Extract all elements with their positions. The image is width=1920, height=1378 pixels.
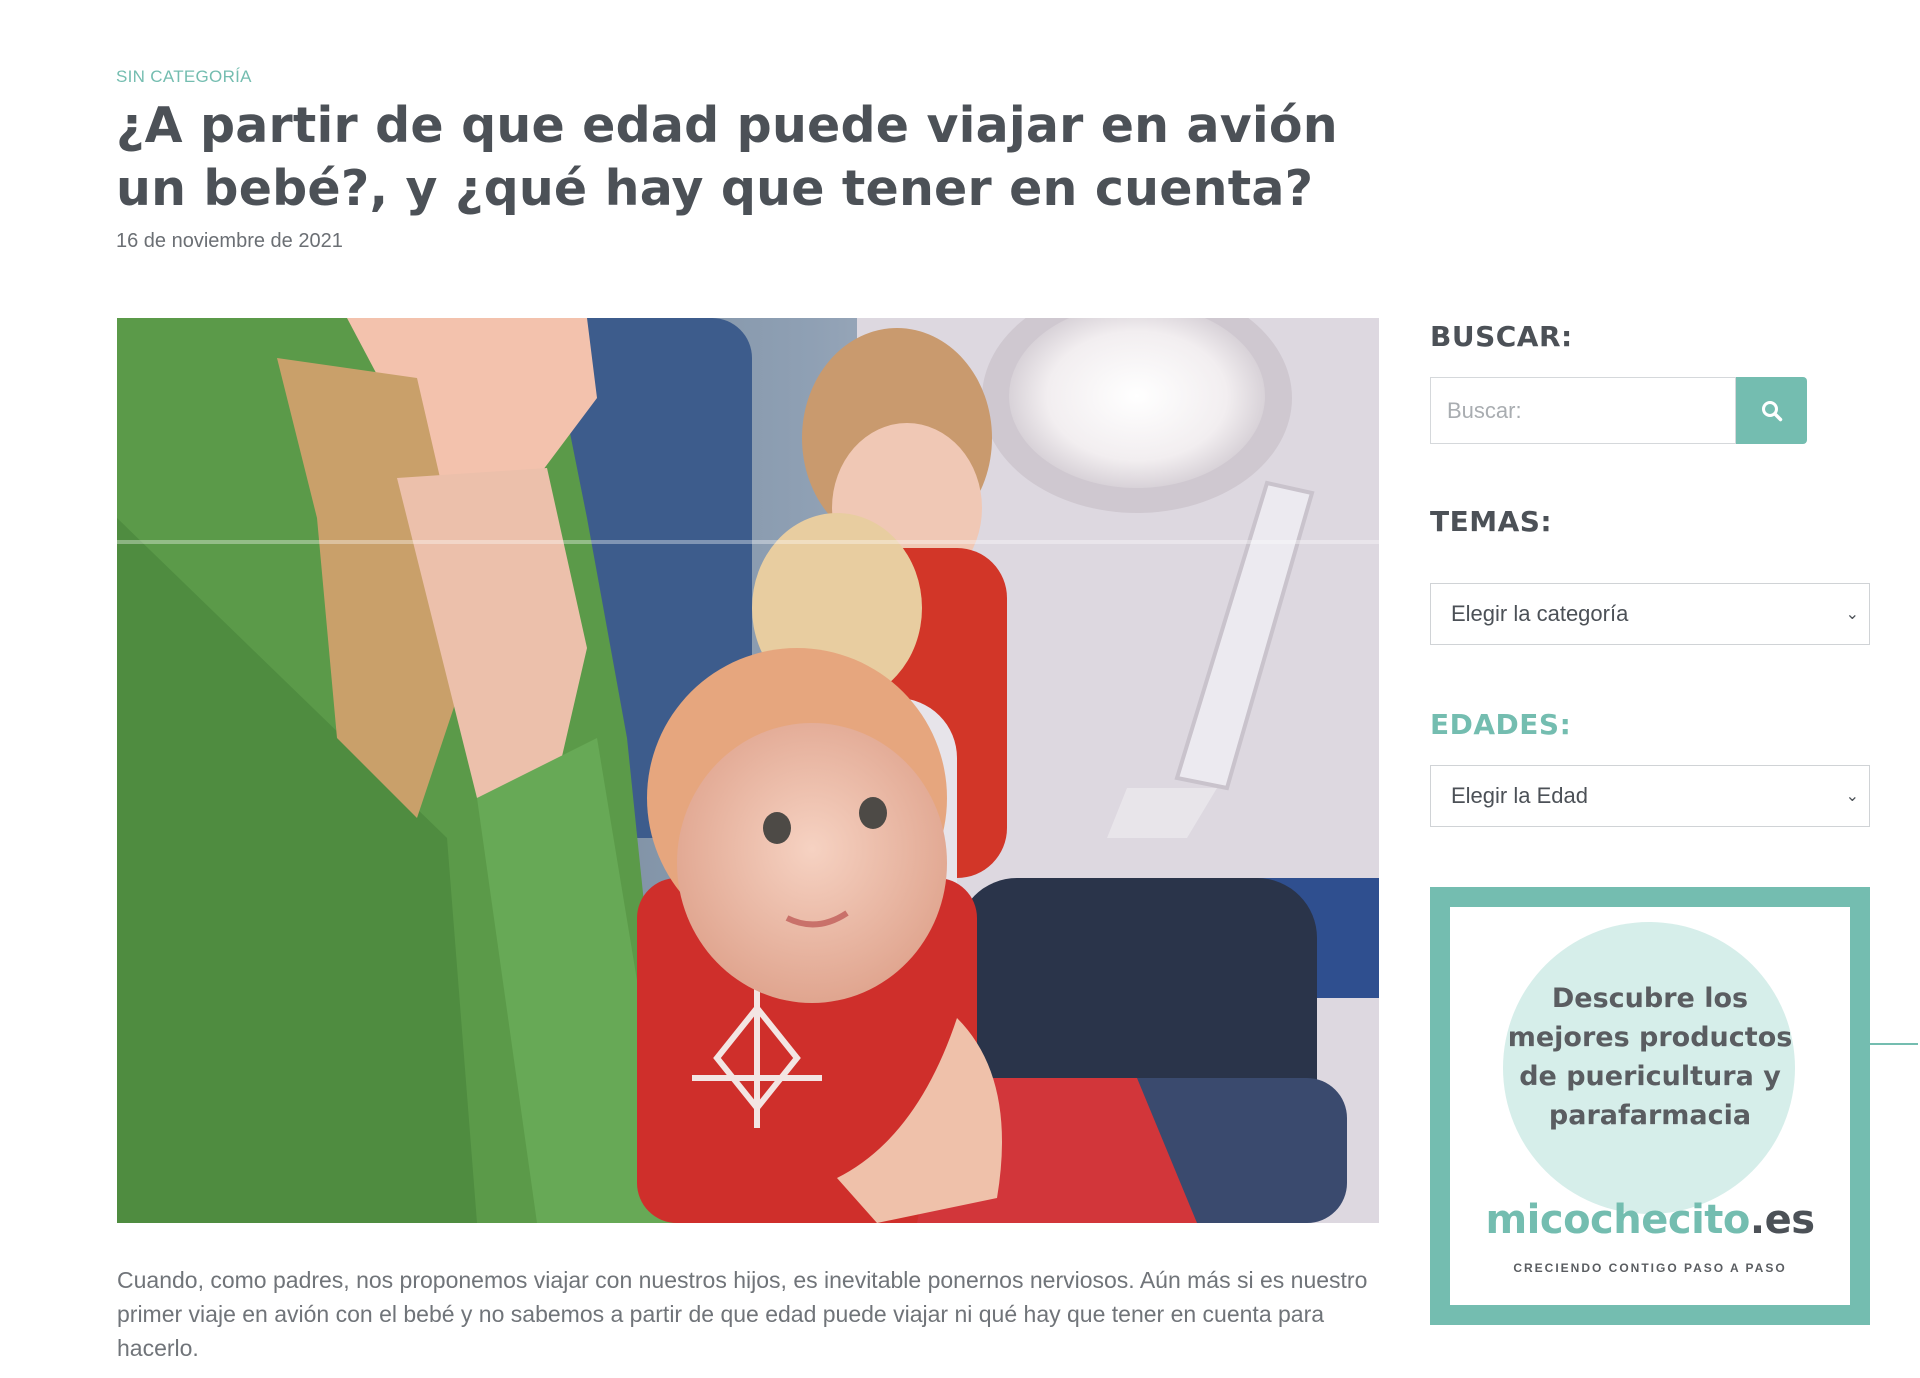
- age-select-value: Elegir la Edad: [1451, 783, 1588, 808]
- promo-text: Descubre los mejores productos de pueric…: [1507, 983, 1793, 1131]
- promo-banner-inner: Descubre los mejores productos de pueric…: [1450, 907, 1850, 1305]
- featured-image: [117, 318, 1379, 1223]
- ages-widget-title: EDADES:: [1430, 708, 1572, 741]
- featured-image-illustration: [117, 318, 1379, 1223]
- post-title: ¿A partir de que edad puede viajar en av…: [116, 97, 1338, 217]
- post-category[interactable]: SIN CATEGORÍA: [116, 67, 252, 87]
- post-date: 16 de noviembre de 2021: [116, 230, 343, 252]
- page: SIN CATEGORÍA ¿A partir de que edad pued…: [0, 0, 1920, 1378]
- category-select[interactable]: Elegir la categoría ⌄: [1430, 583, 1870, 645]
- brand-tagline: CRECIENDO CONTIGO PASO A PASO: [1513, 1261, 1787, 1275]
- search-button[interactable]: [1736, 377, 1807, 444]
- category-select-value: Elegir la categoría: [1451, 601, 1629, 626]
- brand-domain: .es: [1749, 1197, 1815, 1243]
- search-input[interactable]: [1430, 377, 1736, 444]
- brand-name: micochecito: [1485, 1197, 1750, 1243]
- age-select[interactable]: Elegir la Edad ⌄: [1430, 765, 1870, 827]
- promo-banner[interactable]: Descubre los mejores productos de pueric…: [1430, 887, 1870, 1325]
- edge-divider: [1870, 1043, 1918, 1045]
- brand-logo: micochecito.es: [1450, 1197, 1850, 1243]
- chevron-down-icon: ⌄: [1845, 788, 1859, 805]
- topics-widget-title: TEMAS:: [1430, 505, 1553, 538]
- post-intro: Cuando, como padres, nos proponemos viaj…: [117, 1267, 1368, 1361]
- search-icon: [1761, 400, 1782, 421]
- chevron-down-icon: ⌄: [1845, 606, 1859, 623]
- search-widget-title: BUSCAR:: [1430, 320, 1573, 353]
